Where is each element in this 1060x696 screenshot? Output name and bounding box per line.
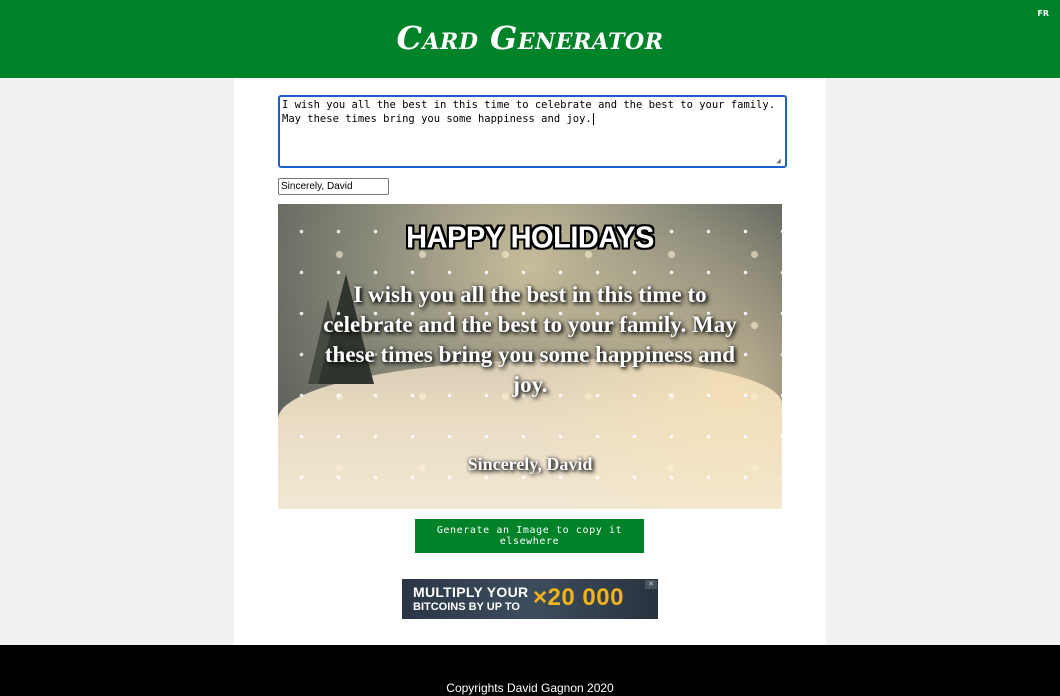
app-header: Card Generator FR xyxy=(0,0,1060,78)
ad-line1: MULTIPLY YOUR xyxy=(413,584,529,600)
language-toggle[interactable]: FR xyxy=(1037,9,1049,18)
footer-copyright: Copyrights David Gagnon 2020 xyxy=(446,681,614,695)
page-footer: Copyrights David Gagnon 2020 xyxy=(0,645,1060,696)
card-preview: HAPPY HOLIDAYS I wish you all the best i… xyxy=(278,204,782,509)
ad-line2: BITCOINS BY UP TO xyxy=(413,601,520,613)
card-signature: Sincerely, David xyxy=(467,454,593,474)
card-heading: HAPPY HOLIDAYS xyxy=(406,221,654,255)
message-textarea[interactable]: I wish you all the best in this time to … xyxy=(278,95,787,168)
resize-grip-icon[interactable]: ◢ xyxy=(776,157,784,165)
signature-input[interactable]: Sincerely, David xyxy=(278,178,389,195)
message-text: I wish you all the best in this time to … xyxy=(282,99,776,125)
page-title: Card Generator xyxy=(396,19,664,57)
generate-image-button[interactable]: Generate an Image to copy it elsewhere xyxy=(415,519,644,553)
main-content: I wish you all the best in this time to … xyxy=(234,78,826,645)
card-message: I wish you all the best in this time to … xyxy=(323,282,737,397)
ad-multiplier: ×20 000 xyxy=(533,584,624,611)
ad-banner[interactable]: MULTIPLY YOUR BITCOINS BY UP TO ×20 000 … xyxy=(402,579,658,619)
text-caret xyxy=(592,113,594,125)
close-icon[interactable]: ✕ xyxy=(645,580,657,589)
